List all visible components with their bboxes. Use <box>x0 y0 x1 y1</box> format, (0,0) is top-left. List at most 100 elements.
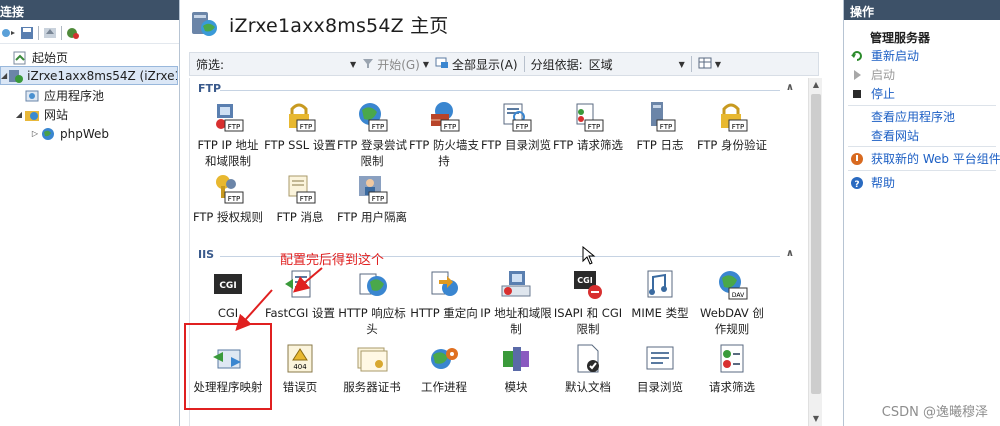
feature-fastcgi-settings[interactable]: FastCGI 设置 <box>264 268 336 348</box>
collapse-group-icon[interactable]: ∧ <box>786 248 794 259</box>
tree-item-sites[interactable]: ◢ 网站 <box>14 105 68 124</box>
scroll-up-icon[interactable]: ▲ <box>809 78 823 92</box>
collapse-arrow-icon[interactable]: ◢ <box>14 110 24 119</box>
disconnect-icon[interactable] <box>65 25 81 41</box>
feature-ftp-messages[interactable]: FTP FTP 消息 <box>264 172 336 252</box>
feature-http-redirect[interactable]: HTTP 重定向 <box>408 268 480 348</box>
start-action[interactable]: 启动 <box>850 66 895 83</box>
feature-error-pages[interactable]: 404 错误页 <box>264 342 336 422</box>
feature-ftp-authentication[interactable]: FTP FTP 身份验证 <box>696 100 768 180</box>
tree-item-site-phpweb[interactable]: ▷ phpWeb <box>30 124 109 143</box>
mouse-cursor-icon <box>582 246 596 265</box>
cgi-icon: CGI <box>214 274 242 294</box>
chevron-down-icon: ▼ <box>422 59 430 69</box>
start-filter-button[interactable]: 开始(G) ▼ <box>362 56 429 73</box>
save-icon[interactable] <box>19 25 35 41</box>
ftp-log-icon: FTP <box>651 102 676 132</box>
scrollbar-thumb[interactable] <box>811 94 821 394</box>
group-title: FTP <box>198 82 222 95</box>
feature-ftp-ip-restrictions[interactable]: FTP FTP IP 地址和域限制 <box>192 100 264 180</box>
svg-text:CGI: CGI <box>577 276 592 285</box>
feature-ip-domain-restrictions[interactable]: IP 地址和域限制 <box>480 268 552 348</box>
tree-item-label: phpWeb <box>60 126 110 141</box>
group-header-ftp[interactable]: FTP ∧ <box>198 82 798 98</box>
connections-pane: 连接 起始页 ◢ iZrxe1axx8ms54Z (iZrxe1 应用程序池 ◢… <box>0 0 180 426</box>
feature-webdav-authoring-rules[interactable]: DAV WebDAV 创作规则 <box>696 268 768 348</box>
ip-restrictions-icon <box>501 271 531 297</box>
annotation-text: 配置完后得到这个 <box>280 253 385 268</box>
show-all-icon <box>435 57 449 72</box>
filter-dropdown-icon[interactable]: ▼ <box>350 60 356 69</box>
actions-separator <box>848 105 996 106</box>
feature-http-response-headers[interactable]: HTTP 响应标头 <box>336 268 408 348</box>
toolbar-separator <box>38 25 39 40</box>
tree-item-label: iZrxe1axx8ms54Z (iZrxe1axx8ms54Z\Adminis… <box>27 68 178 83</box>
group-by-select[interactable]: 区域 <box>589 56 679 73</box>
feature-request-filtering[interactable]: 请求筛选 <box>696 342 768 422</box>
svg-text:FTP: FTP <box>588 123 600 131</box>
feature-directory-browsing[interactable]: 目录浏览 <box>624 342 696 422</box>
svg-text:FTP: FTP <box>372 195 384 203</box>
svg-text:FTP: FTP <box>228 195 240 203</box>
toolbar-separator <box>61 25 62 40</box>
feature-ftp-user-isolation[interactable]: FTP FTP 用户隔离 <box>336 172 408 252</box>
view-mode-button[interactable]: ▼ <box>698 57 721 72</box>
filter-input[interactable] <box>228 55 349 73</box>
feature-isapi-cgi-restrictions[interactable]: CGI ISAPI 和 CGI 限制 <box>552 268 624 348</box>
tree-item-server[interactable]: ◢ iZrxe1axx8ms54Z (iZrxe1axx8ms54Z\Admin… <box>0 66 178 85</box>
features-scrollbar[interactable]: ▲ ▼ <box>808 78 822 426</box>
feature-worker-processes[interactable]: 工作进程 <box>408 342 480 422</box>
show-all-button[interactable]: 全部显示(A) <box>435 56 518 73</box>
start-icon <box>850 68 864 82</box>
tree-item-app-pools[interactable]: 应用程序池 <box>14 86 104 105</box>
content-pane: iZrxe1axx8ms54Z 主页 筛选: ▼ 开始(G) ▼ 全部显示(A)… <box>181 0 838 426</box>
collapse-group-icon[interactable]: ∧ <box>786 82 794 93</box>
sites-folder-icon <box>24 107 40 123</box>
request-filter-icon <box>720 344 744 373</box>
group-by-dropdown-icon[interactable]: ▼ <box>679 60 685 69</box>
get-web-platform-action[interactable]: 获取新的 Web 平台组件 <box>850 150 1000 167</box>
scroll-down-icon[interactable]: ▼ <box>809 412 823 426</box>
feature-ftp-authorization-rules[interactable]: FTP FTP 授权规则 <box>192 172 264 252</box>
help-action[interactable]: ? 帮助 <box>850 174 895 191</box>
help-icon: ? <box>850 176 864 190</box>
up-icon[interactable] <box>42 25 58 41</box>
watermark: CSDN @逸曦穆泽 <box>881 405 988 420</box>
restart-icon <box>850 49 864 63</box>
feature-ftp-directory-browsing[interactable]: FTP FTP 目录浏览 <box>480 100 552 180</box>
filter-bar: 筛选: ▼ 开始(G) ▼ 全部显示(A) 分组依据: 区域 ▼ ▼ <box>189 52 819 76</box>
stop-action[interactable]: 停止 <box>850 85 895 102</box>
feature-modules[interactable]: 模块 <box>480 342 552 422</box>
expand-arrow-icon[interactable]: ▷ <box>30 129 40 138</box>
view-sites-action[interactable]: 查看网站 <box>871 127 919 144</box>
ftp-user-isolation-icon: FTP <box>359 176 388 204</box>
svg-text:FTP: FTP <box>372 123 384 131</box>
svg-text:CGI: CGI <box>219 281 236 291</box>
feature-server-certificates[interactable]: 服务器证书 <box>336 342 408 422</box>
feature-ftp-firewall[interactable]: FTP FTP 防火墙支持 <box>408 100 480 180</box>
feature-ftp-request-filtering[interactable]: FTP FTP 请求筛选 <box>552 100 624 180</box>
server-icon <box>7 68 24 84</box>
stop-icon <box>850 87 864 101</box>
feature-ftp-ssl[interactable]: FTP FTP SSL 设置 <box>264 100 336 180</box>
filter-separator <box>523 56 525 72</box>
actions-pane: 操作 管理服务器 重新启动 启动 停止 查看应用程序池 查看网站 获取新的 We… <box>843 0 1000 426</box>
feature-mime-types[interactable]: MIME 类型 <box>624 268 696 348</box>
feature-default-document[interactable]: 默认文档 <box>552 342 624 422</box>
ftp-logon-globe-icon: FTP <box>359 103 388 132</box>
connect-icon[interactable] <box>0 25 16 41</box>
feature-ftp-logging[interactable]: FTP FTP 日志 <box>624 100 696 180</box>
worker-process-icon <box>431 348 458 369</box>
connections-header: 连接 <box>0 0 179 20</box>
http-headers-icon <box>359 273 387 296</box>
ftp-auth-lock-icon: FTP <box>721 103 748 132</box>
svg-text:FTP: FTP <box>516 123 528 131</box>
actions-separator <box>848 146 996 147</box>
actions-header: 操作 <box>844 0 1000 20</box>
page-title: iZrxe1axx8ms54Z 主页 <box>229 14 449 37</box>
feature-ftp-logon-attempts[interactable]: FTP FTP 登录尝试限制 <box>336 100 408 180</box>
view-app-pools-action[interactable]: 查看应用程序池 <box>871 108 955 125</box>
restart-action[interactable]: 重新启动 <box>850 47 919 64</box>
tree-item-start-page[interactable]: 起始页 <box>2 48 68 67</box>
svg-text:FTP: FTP <box>228 123 240 131</box>
